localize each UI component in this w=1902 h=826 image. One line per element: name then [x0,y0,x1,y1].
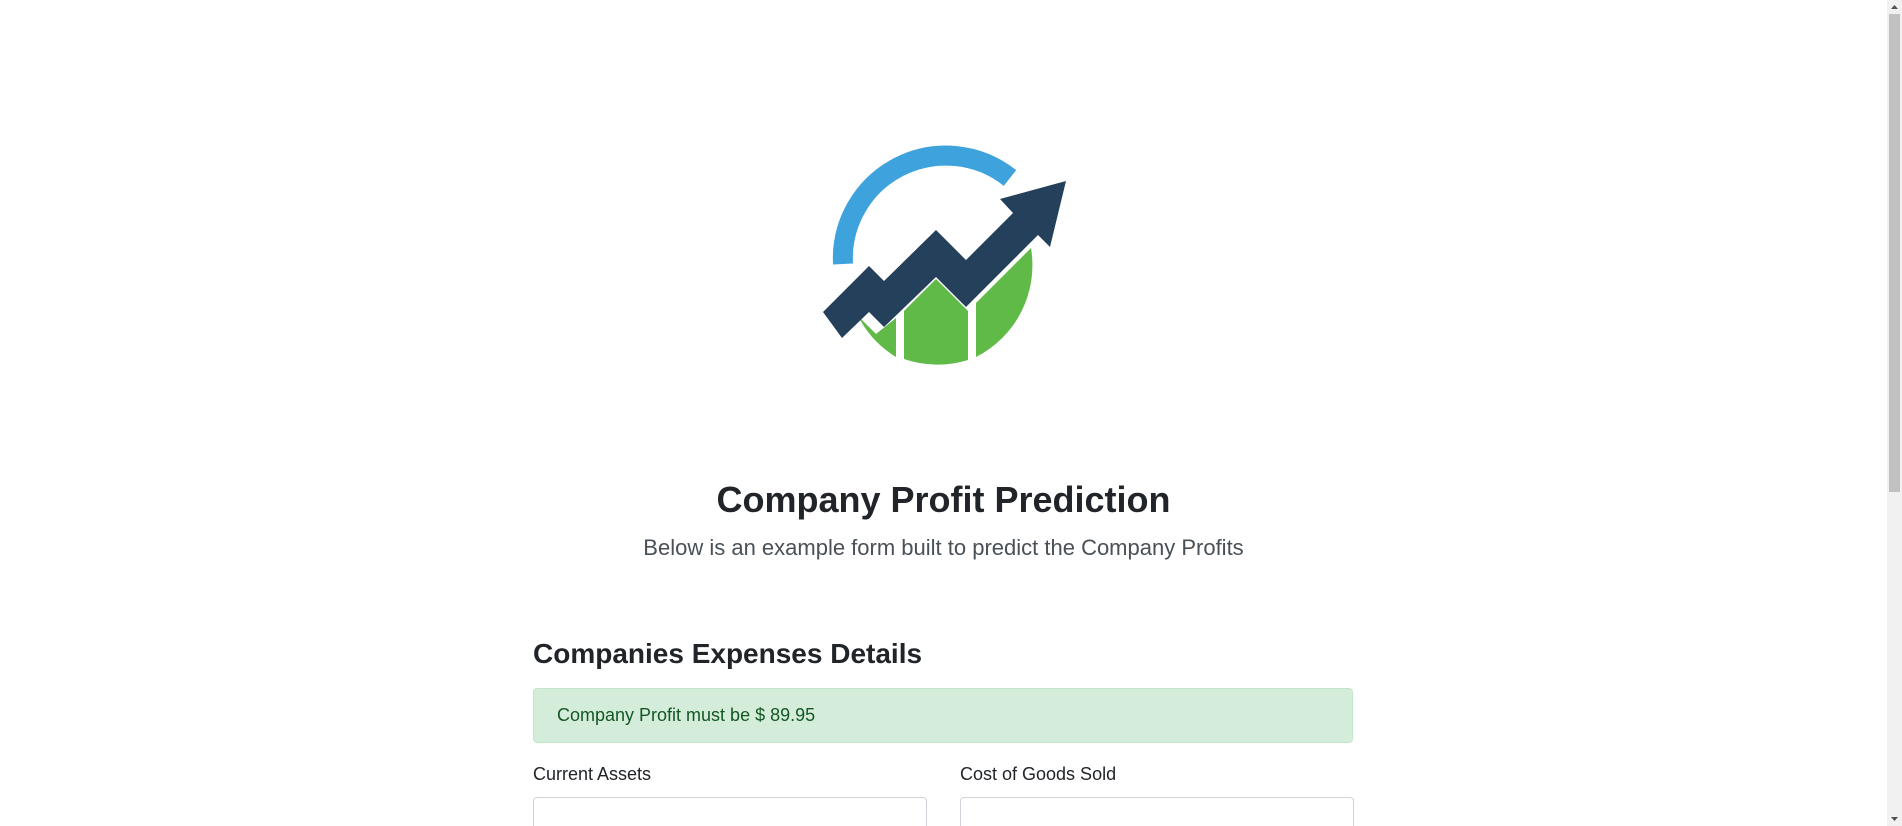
current-assets-label: Current Assets [533,764,652,784]
prediction-result-alert: Company Profit must be $ 89.95 [533,688,1353,743]
page: Company Profit Prediction Below is an ex… [0,0,1902,826]
scroll-up-arrow-icon[interactable] [1887,0,1902,14]
section-heading: Companies Expenses Details [533,638,923,669]
growth-chart-logo-icon [823,145,1066,365]
cost-of-goods-sold-label: Cost of Goods Sold [960,764,1117,784]
vertical-scrollbar[interactable] [1887,0,1902,826]
logo-green-segment-1 [858,316,896,357]
current-assets-input[interactable] [533,797,927,826]
cost-of-goods-sold-input[interactable] [960,797,1354,826]
page-title: Company Profit Prediction [716,479,1171,520]
page-subtitle: Below is an example form built to predic… [643,535,1244,560]
scrollbar-thumb[interactable] [1889,14,1900,492]
scroll-down-arrow-icon[interactable] [1887,812,1902,826]
